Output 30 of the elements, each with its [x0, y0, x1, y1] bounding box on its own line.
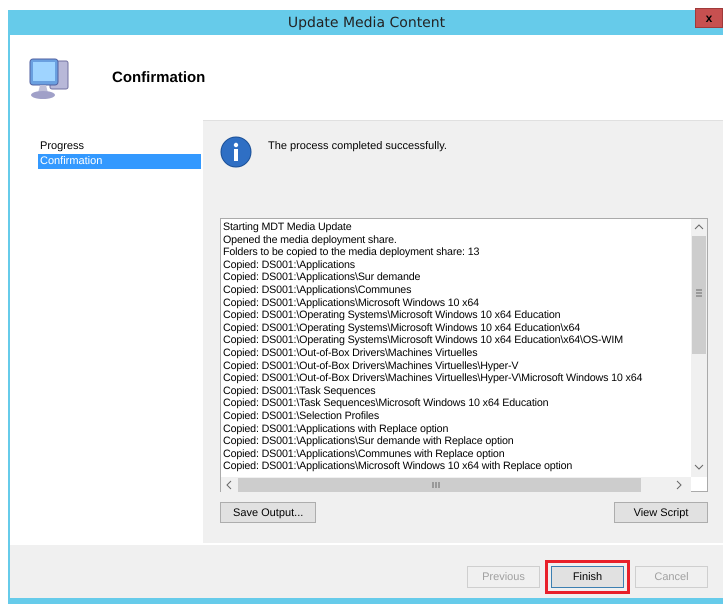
- log-line: Copied: DS001:\Out-of-Box Drivers\Machines Virtuelles: [223, 346, 478, 360]
- log-line: Copied: DS001:\Out-of-Box Drivers\Machines Virtuelles\Hyper-V: [223, 360, 520, 372]
- window-title: Update Media Content: [288, 14, 446, 30]
- log-line: Copied: DS001:\Out-of-Box Drivers\Machines Virtuelles\Hyper-V\Microsoft Windows 10 x64: [223, 372, 644, 385]
- log-line: Starting MDT Media Update: [223, 221, 353, 234]
- log-line: Copied: DS001:\Applications\Sur demande: [223, 271, 422, 284]
- log-line: Copied: DS001:\Operating Systems\Microsoft Windows 10 x64 Education\x64\OS-WIM: [223, 334, 624, 347]
- log-line: Copied: DS001:\Operating Systems\Microsoft Windows 10 x64 Education: [223, 309, 562, 322]
- vertical-scrollbar[interactable]: [691, 219, 707, 477]
- log-line: Copied: DS001:\Operating Systems\Microsoft Windows 10 x64 Education\x64: [223, 322, 582, 334]
- page-heading: Confirmation: [112, 69, 206, 86]
- log-line: Copied: DS001:\Applications: [223, 258, 356, 272]
- close-button[interactable]: x: [695, 8, 723, 28]
- log-line: Copied: DS001:\Applications\Sur demande with Replace option: [223, 435, 515, 448]
- log-line: Folders to be copied to the media deployment share: 13: [223, 246, 480, 259]
- log-line: Copied: DS001:\Applications\Microsoft Windows 10 x64: [223, 296, 480, 310]
- horizontal-scrollbar[interactable]: [221, 477, 691, 493]
- info-icon: [220, 136, 252, 168]
- status-message: The process completed successfully.: [268, 140, 447, 152]
- action-button[interactable]: View Script: [614, 502, 708, 523]
- log-line: Copied: DS001:\Applications\Communes with Replace option: [223, 448, 506, 460]
- action-button[interactable]: Save Output...: [220, 502, 316, 523]
- log-line: Copied: DS001:\Selection Profiles: [223, 410, 380, 422]
- log-line: Copied: DS001:\Applications\Communes: [223, 284, 412, 297]
- log-line: Copied: DS001:\Task Sequences\Microsoft Windows 10 x64 Education: [223, 397, 550, 410]
- log-line: Copied: DS001:\Applications\Microsoft Windows 10 x64 with Replace option: [223, 460, 574, 473]
- log-line: Copied: DS001:\Task Sequences: [223, 384, 376, 398]
- sidebar-item[interactable]: Progress: [38, 139, 201, 154]
- log-line: Opened the media deployment share.: [223, 234, 398, 246]
- log-line: Copied: DS001:\Applications with Replace option: [223, 422, 450, 436]
